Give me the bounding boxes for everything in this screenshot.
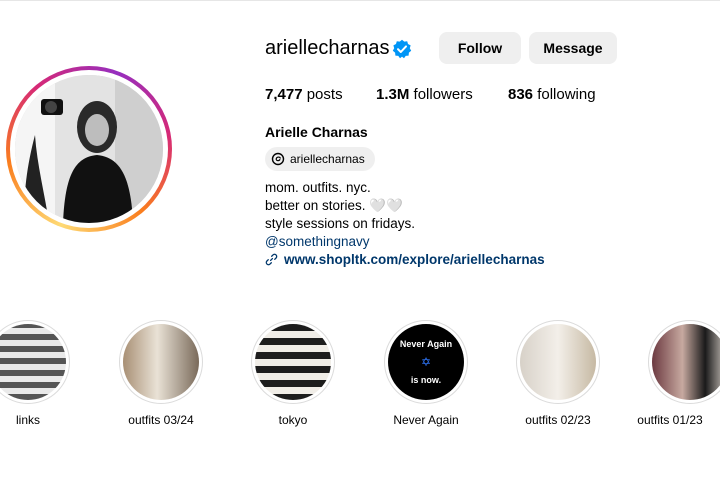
- highlight-tokyo[interactable]: [251, 320, 335, 404]
- highlight-never-again[interactable]: Never Again ✡ is now.: [384, 320, 468, 404]
- highlight-label: outfits 03/24: [128, 413, 194, 427]
- threads-handle: ariellecharnas: [290, 152, 365, 166]
- posts-count: 7,477: [265, 86, 303, 103]
- top-divider: [0, 0, 720, 1]
- bio-line: mom. outfits. nyc.: [265, 180, 371, 195]
- posts-stat: 7,477 posts: [265, 86, 343, 103]
- bio-line: style sessions on fridays.: [265, 216, 416, 231]
- highlight-label: tokyo: [278, 413, 308, 427]
- avatar-photo: [15, 75, 163, 223]
- following-count: 836: [508, 86, 534, 103]
- highlight-label: outfits 02/23: [525, 413, 591, 427]
- highlight-label: Never Again: [393, 413, 459, 427]
- highlight-label: outfits 01/23: [637, 413, 703, 427]
- highlight-label: links: [15, 413, 40, 427]
- profile-username: ariellecharnas: [265, 37, 390, 59]
- highlight-outfits-02-23[interactable]: [516, 320, 600, 404]
- threads-icon: [271, 152, 285, 166]
- profile-link[interactable]: www.shopltk.com/explore/ariellecharnas: [265, 252, 545, 267]
- profile-avatar[interactable]: [6, 66, 172, 232]
- threads-badge[interactable]: ariellecharnas: [265, 147, 375, 171]
- bio-line: better on stories. 🤍🤍: [265, 198, 403, 213]
- followers-count: 1.3M: [376, 86, 410, 103]
- verified-badge-icon: [392, 39, 412, 59]
- avatar-illustration: [15, 75, 163, 223]
- profile-full-name: Arielle Charnas: [265, 124, 368, 140]
- avatar-gap: [10, 70, 168, 228]
- message-button[interactable]: Message: [529, 32, 617, 64]
- highlight-cover-text: is now.: [410, 375, 442, 385]
- followers-stat[interactable]: 1.3M followers: [376, 86, 473, 103]
- highlight-cover: [652, 324, 720, 400]
- following-label: following: [537, 86, 596, 103]
- posts-label: posts: [306, 86, 343, 103]
- highlight-outfits-03-24[interactable]: [119, 320, 203, 404]
- bio-mention-link[interactable]: @somethingnavy: [265, 234, 370, 249]
- highlight-outfits-01-23[interactable]: [648, 320, 720, 404]
- following-stat[interactable]: 836 following: [508, 86, 596, 103]
- highlight-cover: [520, 324, 596, 400]
- highlight-links[interactable]: [0, 320, 70, 404]
- highlight-cover: [255, 324, 331, 400]
- highlight-cover: [123, 324, 199, 400]
- highlight-cover: Never Again ✡ is now.: [388, 324, 464, 400]
- highlight-cover-text: Never Again: [399, 339, 453, 349]
- profile-link-text: www.shopltk.com/explore/ariellecharnas: [284, 252, 545, 267]
- star-of-david-icon: ✡: [420, 355, 432, 369]
- follow-button[interactable]: Follow: [439, 32, 521, 64]
- followers-label: followers: [413, 86, 473, 103]
- link-icon: [265, 253, 278, 266]
